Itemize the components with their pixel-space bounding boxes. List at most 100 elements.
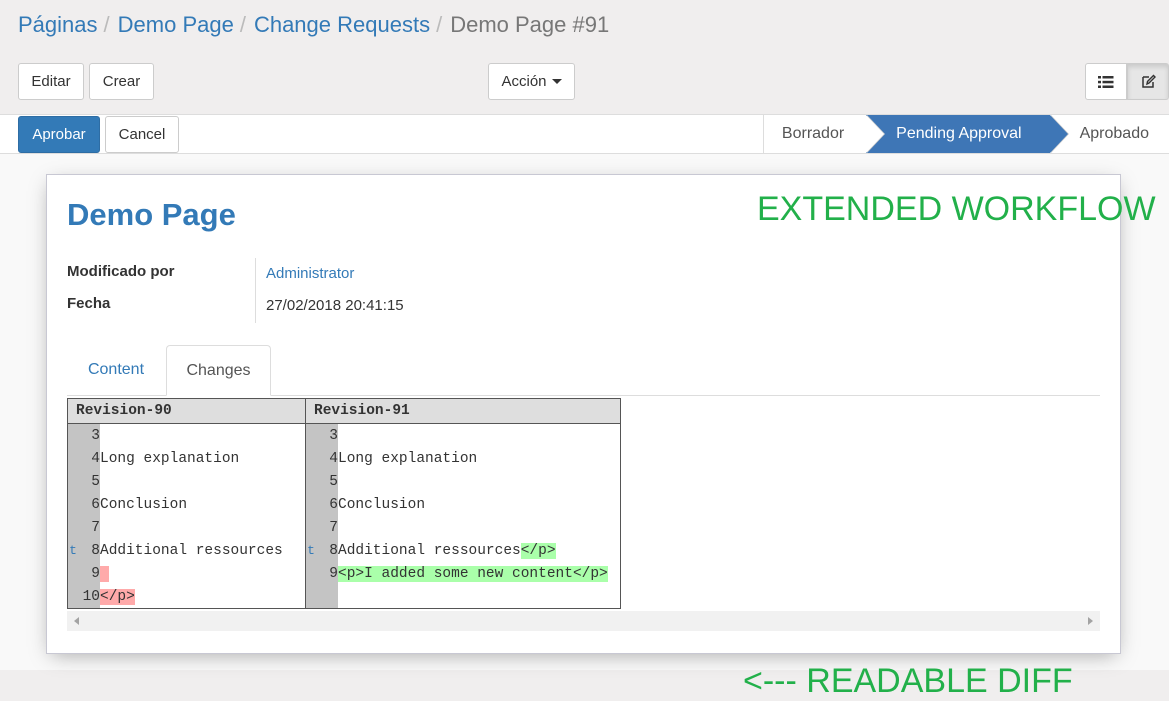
notebook-tabs: Content Changes (67, 345, 1100, 396)
action-dropdown[interactable]: Acción (488, 63, 575, 100)
statusbar: Aprobar Cancel Borrador Pending Approval… (0, 114, 1169, 154)
diff-left-text-content: Conclusion (100, 496, 188, 513)
diff-left-line-number: 5 (78, 470, 100, 493)
diff-left-line-number-content: 8 (91, 542, 100, 559)
form-sheet: Demo Page EXTENDED WORKFLOW Modificado p… (46, 174, 1156, 700)
diff-right-text (338, 423, 621, 447)
modified-by-value: Administrator (266, 265, 354, 282)
diff-left-text (100, 470, 306, 493)
date-label: Fecha (67, 295, 111, 312)
diff-right-line-number-content: 8 (329, 542, 338, 559)
stage-label: Borrador (781, 125, 845, 142)
stage-label: Aprobado (1079, 125, 1149, 142)
diff-right-text: Long explanation (338, 447, 621, 470)
stage-draft[interactable]: Borrador (762, 115, 886, 153)
diff-left-line-number-content: 7 (91, 519, 100, 536)
diff-row: 77 (67, 516, 621, 539)
view-switcher (1085, 63, 1169, 100)
breadcrumb-item-demo-page[interactable]: Demo Page (118, 12, 234, 37)
diff-right-line-number-content: 4 (329, 450, 338, 467)
diff-left-text-content: Additional ressources (100, 542, 283, 559)
diff-right-text-content: Long explanation (338, 450, 478, 467)
modified-by-label: Modificado por (67, 263, 175, 280)
diff-right-line-number-content: 6 (329, 496, 338, 513)
diff-left-flag (67, 493, 78, 516)
diff-left-header: Revision-90 (67, 398, 306, 424)
diff-right-line-number: 4 (316, 447, 338, 470)
diff-row: 55 (67, 470, 621, 493)
diff-left-line-number-content: 9 (91, 565, 100, 582)
edit-button[interactable]: Editar (18, 63, 84, 100)
breadcrumb-item-change-requests[interactable]: Change Requests (254, 12, 430, 37)
diff-left-line-number-content: 3 (91, 427, 100, 444)
cancel-button[interactable]: Cancel (105, 116, 179, 153)
diff-left-flag (67, 423, 78, 447)
diff-right-flag (305, 423, 316, 447)
diff-added-text: <p>I added some new content</p> (338, 565, 608, 582)
diff-left-flag: t (67, 539, 78, 562)
diff-removed-text: </p> (100, 588, 135, 605)
list-view-button[interactable] (1085, 63, 1127, 100)
approve-button[interactable]: Aprobar (18, 116, 100, 153)
list-icon (1098, 75, 1114, 88)
action-dropdown-label: Acción (501, 73, 547, 90)
field-divider (255, 258, 256, 323)
diff-left-text: Long explanation (100, 447, 306, 470)
modified-by-link[interactable]: Administrator (266, 265, 354, 282)
diff-right-text: Conclusion (338, 493, 621, 516)
diff-row: 9 9 <p>I added some new content</p> (67, 562, 621, 585)
control-panel: Páginas / Demo Page / Change Requests / Demo P… (0, 0, 1169, 114)
diff-right-flag (305, 493, 316, 516)
caret-down-icon (551, 79, 562, 84)
diff-right-flag-content: t (307, 543, 315, 558)
diff-right-line-number: 5 (316, 470, 338, 493)
diff-left-line-number: 4 (78, 447, 100, 470)
horizontal-scrollbar[interactable] (67, 611, 1100, 631)
diff-right-flag (305, 516, 316, 539)
annotation-extended-workflow: EXTENDED WORKFLOW (757, 190, 1156, 228)
diff-body: 3 3 4 Long explanation 4 Long explanation 5 5 6 C… (67, 423, 621, 609)
diff-left-line-number: 8 (78, 539, 100, 562)
diff-left-text: </p> (100, 585, 306, 609)
diff-right-line-number: 3 (316, 423, 338, 447)
diff-left-flag (67, 447, 78, 470)
diff-left-line-number-content: 6 (91, 496, 100, 513)
diff-right-flag (305, 562, 316, 585)
form-view-button[interactable] (1127, 63, 1169, 100)
diff-removed-text (100, 565, 109, 582)
tab-content[interactable]: Content (67, 345, 165, 395)
stage-label: Pending Approval (896, 125, 1022, 142)
diff-left-line-number: 6 (78, 493, 100, 516)
diff-left-line-number: 7 (78, 516, 100, 539)
diff-viewer: Revision-90 Revision-91 3 3 4 Long explanat… (67, 398, 1100, 700)
stage-arrow (1049, 115, 1068, 153)
diff-right-flag (305, 585, 316, 609)
diff-left-text-content: Long explanation (100, 450, 240, 467)
diff-row: 4 Long explanation 4 Long explanation (67, 447, 621, 470)
diff-right-header: Revision-91 (305, 398, 621, 424)
diff-left-line-number: 3 (78, 423, 100, 447)
diff-left-line-number: 9 (78, 562, 100, 585)
diff-row: 6 Conclusion 6 Conclusion (67, 493, 621, 516)
diff-row: 10 </p> (67, 585, 621, 609)
diff-left-flag-content: t (69, 543, 77, 558)
diff-left-line-number-content: 4 (91, 450, 100, 467)
breadcrumb-separator: / (103, 12, 110, 37)
scroll-left-icon[interactable] (74, 617, 79, 625)
stage-pending-approval[interactable]: Pending Approval (866, 115, 1069, 153)
diff-right-text: Additional ressources</p> (338, 539, 621, 562)
date-value: 27/02/2018 20:41:15 (266, 297, 404, 314)
diff-added-text: </p> (520, 542, 556, 559)
breadcrumb-item-pages[interactable]: Páginas (18, 12, 98, 37)
diff-left-line-number: 10 (78, 585, 100, 609)
diff-right-line-number (316, 585, 338, 609)
status-stages: Borrador Pending Approval Aprobado (762, 115, 1169, 153)
breadcrumb-separator: / (436, 12, 443, 37)
diff-right-line-number-content: 3 (329, 427, 338, 444)
diff-left-flag (67, 562, 78, 585)
scroll-right-icon[interactable] (1088, 617, 1093, 625)
breadcrumb-separator: / (239, 12, 246, 37)
diff-right-flag (305, 470, 316, 493)
create-button[interactable]: Crear (89, 63, 154, 100)
tab-changes[interactable]: Changes (166, 345, 271, 396)
